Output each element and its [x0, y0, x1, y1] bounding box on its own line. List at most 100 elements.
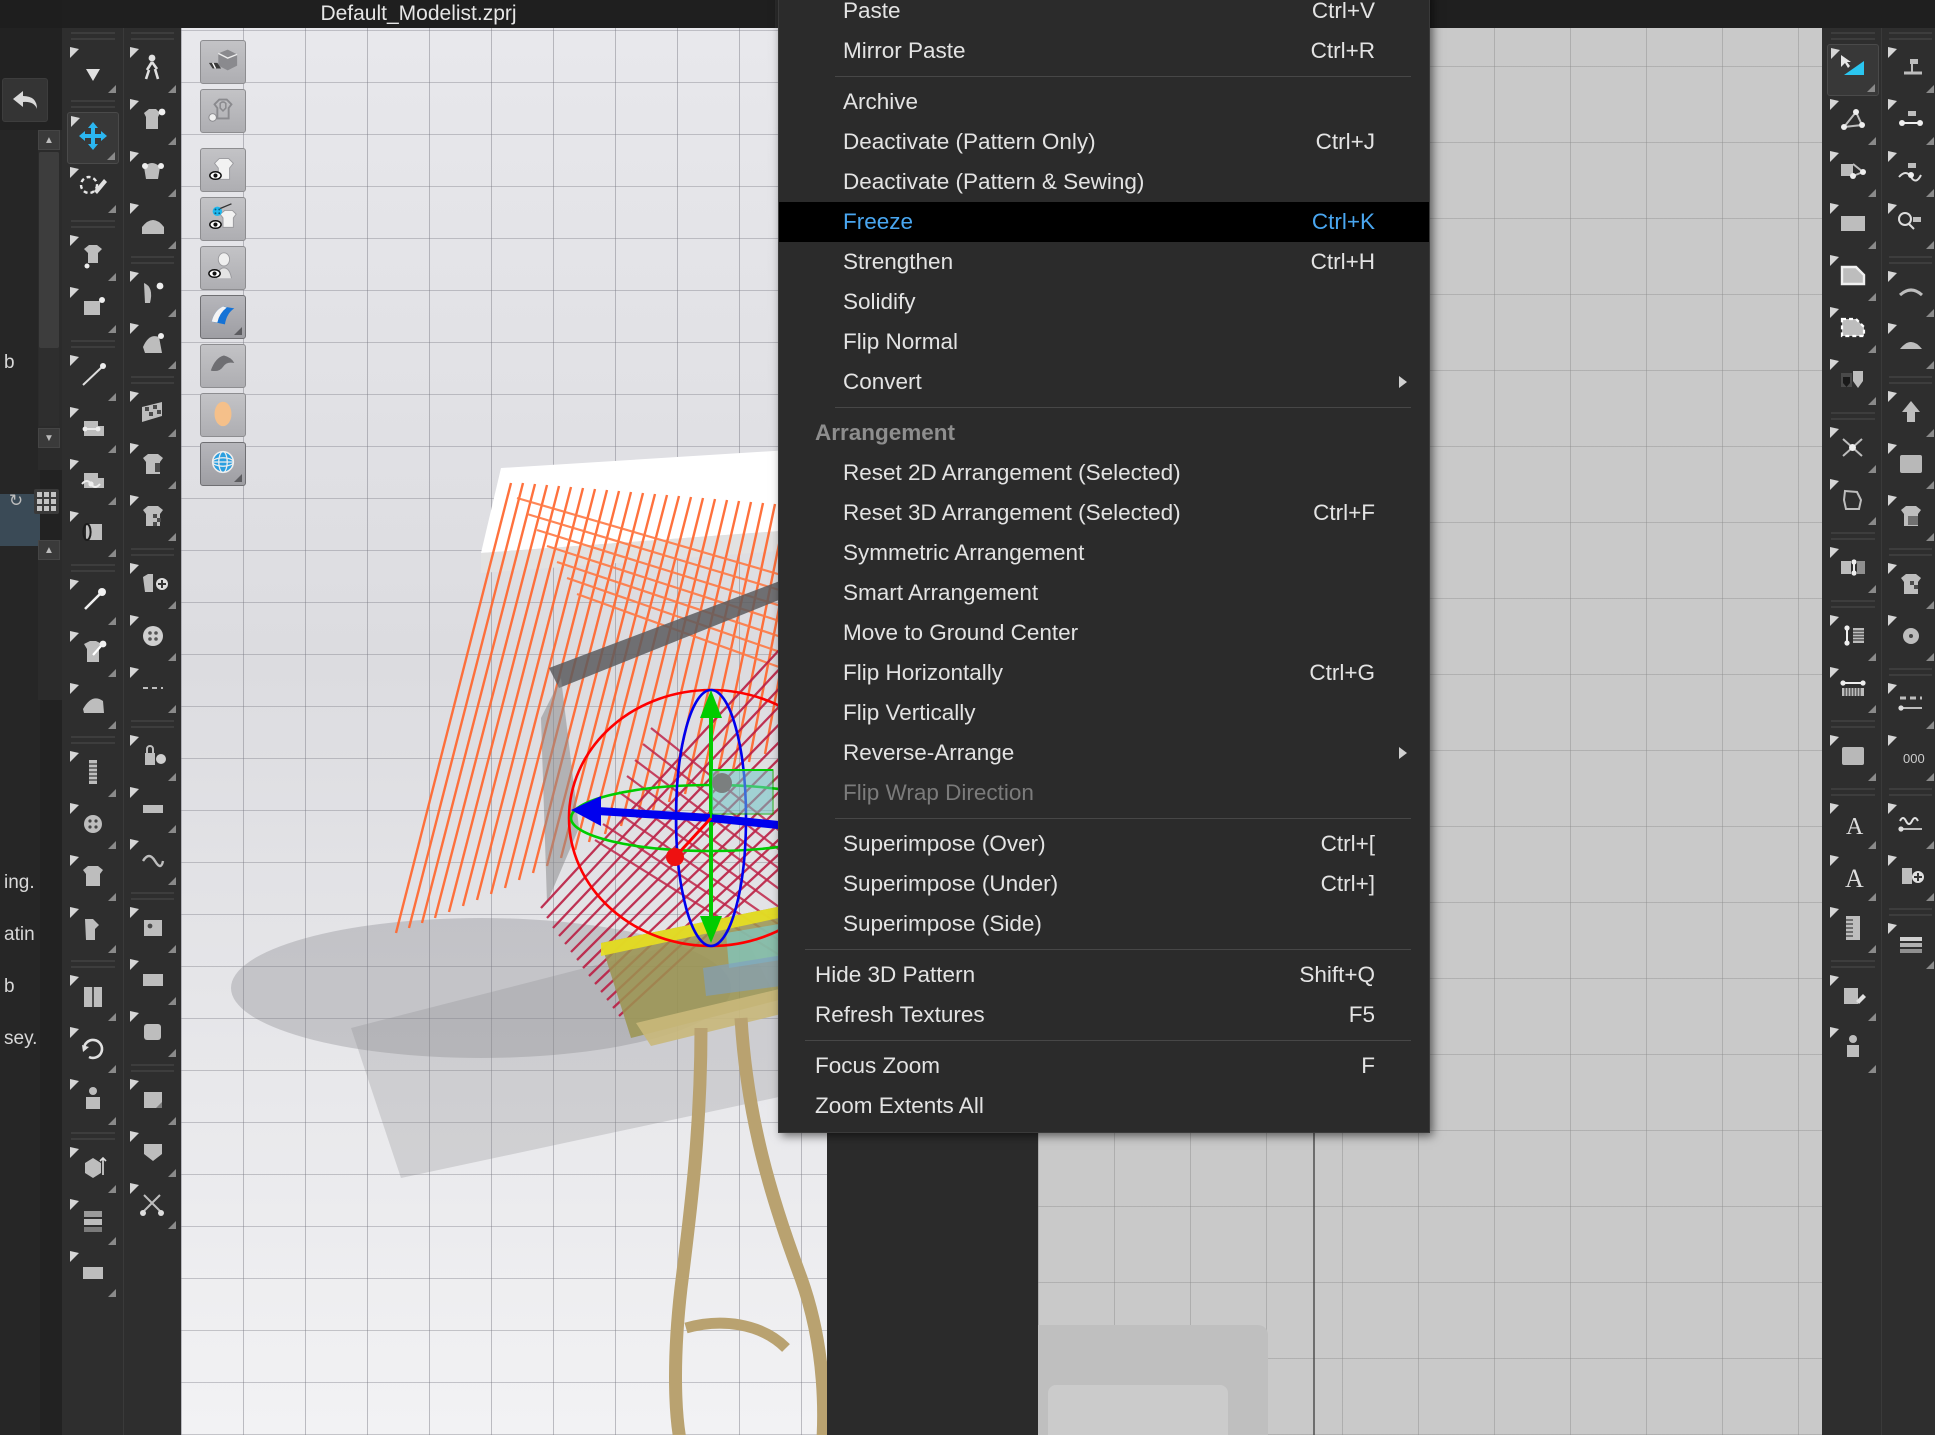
show-3d-object-button[interactable]: [200, 40, 246, 84]
drape-pin-button[interactable]: [127, 268, 179, 320]
scroll-up-arrow-icon-2[interactable]: ▲: [38, 540, 60, 560]
left-secondary-scrollbar[interactable]: ▲: [38, 540, 62, 700]
3d-viewport[interactable]: [181, 28, 827, 1435]
menu-item[interactable]: Smart Arrangement: [779, 573, 1429, 613]
dome-button[interactable]: [1885, 320, 1935, 372]
menu-item[interactable]: Solidify: [779, 282, 1429, 322]
scroll-up-arrow-icon[interactable]: ▲: [38, 130, 60, 150]
menu-item[interactable]: Hide 3D Pattern Shift+Q: [779, 955, 1429, 995]
polygon-tool-button[interactable]: [1827, 252, 1879, 304]
collar-pin-button[interactable]: [127, 148, 179, 200]
menu-item[interactable]: Strengthen Ctrl+H: [779, 242, 1429, 282]
shirt-layer-button[interactable]: [1885, 492, 1935, 544]
menu-item[interactable]: Archive: [779, 82, 1429, 122]
fold-pattern-button[interactable]: [1827, 544, 1879, 596]
stack-fabric-button[interactable]: [1885, 920, 1935, 972]
menu-item[interactable]: Superimpose (Over) Ctrl+[: [779, 824, 1429, 864]
list-item[interactable]: sey.: [0, 1014, 40, 1066]
checker-pattern-button[interactable]: [1885, 440, 1935, 492]
menu-item[interactable]: Symmetric Arrangement: [779, 533, 1429, 573]
shirt-flat-button[interactable]: [67, 852, 119, 904]
button-add-button[interactable]: [127, 560, 179, 612]
sleeve-button[interactable]: [67, 904, 119, 956]
zipper-button[interactable]: [67, 748, 119, 800]
cloth-roll-button[interactable]: [127, 1008, 179, 1060]
number-tool-button[interactable]: 000: [1885, 732, 1935, 784]
menu-item[interactable]: Mirror Paste Ctrl+R: [779, 31, 1429, 71]
list-item[interactable]: ing.: [0, 858, 40, 910]
shirt-check-button[interactable]: [1885, 560, 1935, 612]
show-avatar-button[interactable]: [200, 246, 246, 290]
fabric-surface-button[interactable]: [200, 295, 246, 339]
ruler-button[interactable]: [1827, 904, 1879, 956]
scissors-button[interactable]: [127, 1180, 179, 1232]
shoulder-button[interactable]: [127, 200, 179, 252]
text-big-button[interactable]: A: [1827, 852, 1879, 904]
menu-item[interactable]: Superimpose (Side): [779, 904, 1429, 944]
menu-item[interactable]: Reset 3D Arrangement (Selected) Ctrl+F: [779, 493, 1429, 533]
menu-item[interactable]: Flip Horizontally Ctrl+G: [779, 653, 1429, 693]
internal-line-button[interactable]: [1827, 304, 1879, 356]
dart-tool-button[interactable]: [1827, 356, 1879, 408]
shirt-checker-button[interactable]: [127, 492, 179, 544]
measure-tape-button[interactable]: [1827, 664, 1879, 716]
fold-arrange-button[interactable]: [67, 680, 119, 732]
arrow-up-tool-button[interactable]: [1885, 388, 1935, 440]
refresh-icon[interactable]: ↻: [4, 489, 28, 513]
menu-item[interactable]: Reset 2D Arrangement (Selected): [779, 453, 1429, 493]
zoom-pattern-button[interactable]: [1885, 200, 1935, 252]
sticker-button[interactable]: [127, 1076, 179, 1128]
list-item[interactable]: [0, 806, 40, 858]
graphic-button[interactable]: [127, 904, 179, 956]
grading-button[interactable]: [1827, 612, 1879, 664]
cube-measure-button[interactable]: [67, 1144, 119, 1196]
menu-item[interactable]: Refresh Textures F5: [779, 995, 1429, 1035]
menu-item[interactable]: Flip Normal: [779, 322, 1429, 362]
brush-select-button[interactable]: [67, 164, 119, 216]
layer-stack-button[interactable]: [67, 1196, 119, 1248]
list-item[interactable]: [0, 754, 40, 806]
menu-item[interactable]: Flip Vertically: [779, 693, 1429, 733]
list-item[interactable]: [0, 234, 40, 286]
list-item[interactable]: atin: [0, 910, 40, 962]
menu-item[interactable]: Deactivate (Pattern Only) Ctrl+J: [779, 122, 1429, 162]
avatar-2d-button[interactable]: [1827, 1024, 1879, 1076]
list-item[interactable]: [0, 598, 40, 650]
rotate-tool-button[interactable]: [67, 1024, 119, 1076]
fold-view-button[interactable]: [1885, 268, 1935, 320]
fold-pin-button[interactable]: [127, 320, 179, 372]
trim-button[interactable]: [127, 836, 179, 888]
pin-button[interactable]: [67, 576, 119, 628]
list-item[interactable]: b: [0, 338, 40, 390]
left-list-scrollbar[interactable]: ▲ ▼: [38, 130, 62, 470]
list-item[interactable]: [0, 546, 40, 598]
edit-pattern-button[interactable]: [1885, 44, 1935, 96]
drape-surface-button[interactable]: [200, 344, 246, 388]
button-2d-button[interactable]: [1885, 612, 1935, 664]
avatar-walk-button[interactable]: [127, 44, 179, 96]
show-garment-fit-button[interactable]: [200, 89, 246, 133]
button-big-button[interactable]: [127, 612, 179, 664]
checker-fabric-button[interactable]: [127, 388, 179, 440]
text-tool-button[interactable]: A: [1827, 800, 1879, 852]
show-sewing-button[interactable]: [200, 197, 246, 241]
flatten-button[interactable]: [67, 1248, 119, 1300]
sewing-curve-button[interactable]: [67, 456, 119, 508]
button-tool-button[interactable]: [67, 800, 119, 852]
add-piece-button[interactable]: [1885, 852, 1935, 904]
scrollbar-thumb[interactable]: [39, 152, 59, 348]
pattern-edit-button[interactable]: [1827, 972, 1879, 1024]
rectangle-tool-button[interactable]: [1827, 200, 1879, 252]
garment-tool-button[interactable]: [67, 232, 119, 284]
pose-pin-button[interactable]: [127, 96, 179, 148]
dashed-line-button[interactable]: [1885, 680, 1935, 732]
edit-points-button[interactable]: [1827, 96, 1879, 148]
sewing-edit-button[interactable]: [67, 508, 119, 560]
box-flat-button[interactable]: [127, 956, 179, 1008]
menu-item[interactable]: Deactivate (Pattern & Sewing): [779, 162, 1429, 202]
pleat-button[interactable]: [1827, 732, 1879, 784]
menu-item[interactable]: Paste Ctrl+V: [779, 0, 1429, 31]
avatar-size-button[interactable]: [67, 1076, 119, 1128]
list-item[interactable]: [0, 286, 40, 338]
list-item[interactable]: [0, 182, 40, 234]
